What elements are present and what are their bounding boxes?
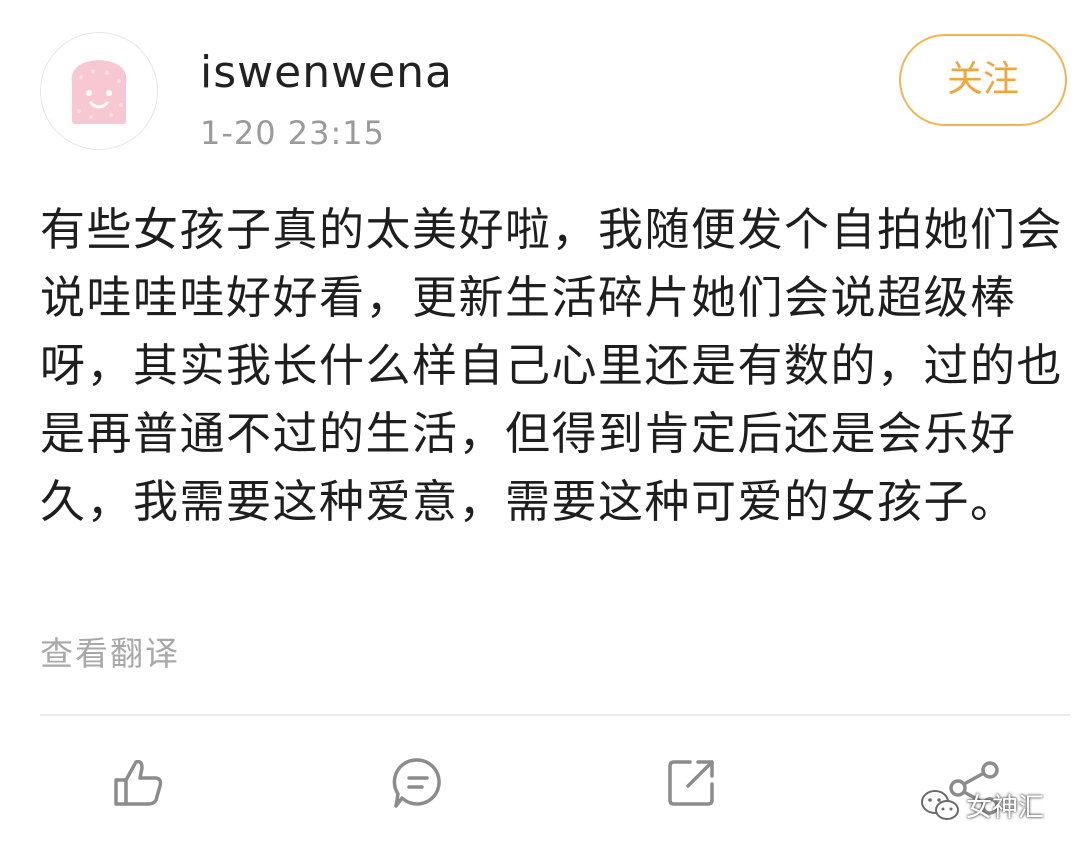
wechat-icon [921,790,959,820]
weibo-post-card: iswenwena 1-20 23:15 关注 有些女孩子真的太美好啦，我随便发… [0,0,1080,851]
watermark-text: 女神汇 [966,792,1045,823]
username[interactable]: iswenwena [200,44,453,102]
divider [40,714,1070,716]
avatar[interactable] [40,32,158,150]
toast-avatar-icon [69,57,129,126]
follow-button[interactable]: 关注 [899,34,1067,126]
repost-button[interactable] [662,752,722,812]
view-translation-link[interactable]: 查看翻译 [40,630,180,678]
post-timestamp: 1-20 23:15 [200,114,386,152]
thumbs-up-icon [114,759,163,806]
comment-icon [392,758,441,808]
post-text: 有些女孩子真的太美好啦，我随便发个自拍她们会说哇哇哇好好看，更新生活碎片她们会说… [40,203,1064,528]
comment-button[interactable] [388,752,448,812]
repost-icon [668,760,714,806]
like-button[interactable] [108,752,168,812]
watermark: 女神汇 [920,780,1044,830]
